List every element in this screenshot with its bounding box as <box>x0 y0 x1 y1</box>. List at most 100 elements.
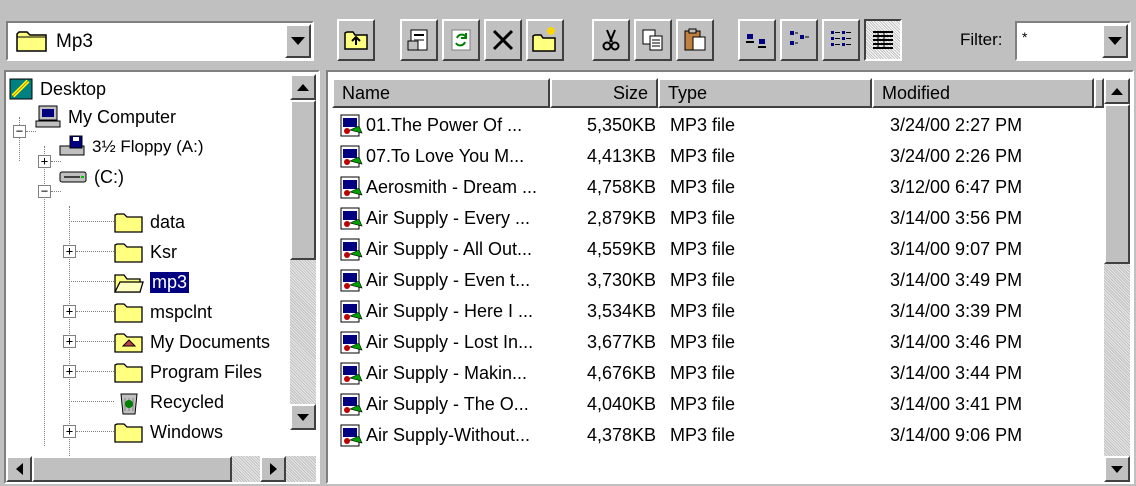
tree-item-mspclnt[interactable]: mspclnt <box>114 297 212 327</box>
tree-item-windows[interactable]: Windows <box>114 417 223 447</box>
view-small-icons-button[interactable] <box>780 19 818 61</box>
mp3-file-icon <box>338 392 364 423</box>
tree-scroll-thumb[interactable] <box>290 100 316 260</box>
tree-item-drive-c[interactable]: (C:) <box>58 162 124 192</box>
column-header-filler <box>1094 78 1104 108</box>
folder-icon <box>16 29 48 58</box>
table-row[interactable]: Air Supply - Here I ... 3,534KB MP3 file 3/… <box>332 296 1104 327</box>
file-type: MP3 file <box>670 177 736 197</box>
list-scroll-down-button[interactable] <box>1104 456 1130 482</box>
file-type: MP3 file <box>670 239 736 259</box>
file-name: 01.The Power Of ... <box>366 115 523 135</box>
mp3-file-icon <box>338 361 364 392</box>
floppy-drive-icon <box>59 135 85 156</box>
view-details-button[interactable] <box>864 19 902 61</box>
tree-item-recycled[interactable]: Recycled <box>114 387 224 417</box>
table-row[interactable]: Air Supply-Without... 4,378KB MP3 file 3/14… <box>332 420 1104 451</box>
tree-scroll-down-button[interactable] <box>290 404 316 430</box>
file-size: 2,879KB <box>586 208 656 228</box>
refresh-icon <box>451 29 471 51</box>
new-folder-button[interactable] <box>526 19 564 61</box>
filter-dropdown-button[interactable] <box>1102 24 1128 58</box>
file-type: MP3 file <box>670 394 736 414</box>
column-header-size[interactable]: Size <box>550 78 658 108</box>
tree-horizontal-scrollbar[interactable] <box>6 456 316 482</box>
copy-button[interactable] <box>634 19 672 61</box>
file-type: MP3 file <box>670 115 736 135</box>
tree-item-program-files[interactable]: Program Files <box>114 357 262 387</box>
file-modified: 3/24/00 2:27 PM <box>890 115 1023 135</box>
column-header-name[interactable]: Name <box>332 78 550 108</box>
tree-vertical-scrollbar[interactable] <box>290 74 316 430</box>
file-name: 07.To Love You M... <box>366 146 525 166</box>
folder-tree[interactable]: − + − + + + + + Desktop My Computer 3½ F… <box>4 70 320 484</box>
list-scroll-thumb[interactable] <box>1104 104 1130 264</box>
tree-item-data[interactable]: data <box>114 207 185 237</box>
copy-icon <box>642 29 663 51</box>
column-header-modified[interactable]: Modified <box>872 78 1094 108</box>
column-header-type[interactable]: Type <box>658 78 872 108</box>
collapse-toggle[interactable]: − <box>13 125 26 138</box>
file-modified: 3/14/00 3:41 PM <box>890 394 1023 414</box>
table-row[interactable]: Aerosmith - Dream ... 4,758KB MP3 file 3/12… <box>332 172 1104 203</box>
table-row[interactable]: Air Supply - Even t... 3,730KB MP3 file 3/1… <box>332 265 1104 296</box>
table-row[interactable]: 01.The Power Of ... 5,350KB MP3 file 3/24/0… <box>332 110 1104 141</box>
expand-toggle[interactable]: + <box>38 155 51 168</box>
mp3-file-icon <box>338 423 364 454</box>
file-size: 3,730KB <box>586 270 656 290</box>
table-row[interactable]: Air Supply - All Out... 4,559KB MP3 file 3/… <box>332 234 1104 265</box>
expand-toggle[interactable]: + <box>63 365 76 378</box>
tree-item-my-computer[interactable]: My Computer <box>34 102 176 132</box>
arrow-down-icon <box>297 413 309 421</box>
expand-toggle[interactable]: + <box>63 425 76 438</box>
tree-scroll-right-button[interactable] <box>260 456 286 482</box>
expand-toggle[interactable]: + <box>63 335 76 348</box>
file-list[interactable]: Name Size Type Modified 01.The Power Of … <box>326 70 1134 484</box>
tree-item-mp3[interactable]: mp3 <box>114 267 191 297</box>
file-type: MP3 file <box>670 332 736 352</box>
filter-label: Filter: <box>960 30 1003 49</box>
file-type: MP3 file <box>670 425 736 445</box>
table-row[interactable]: Air Supply - The O... 4,040KB MP3 file 3/14… <box>332 389 1104 420</box>
filter-combobox[interactable]: * <box>1015 21 1131 61</box>
tree-item-desktop[interactable]: Desktop <box>8 74 106 104</box>
view-large-icons-button[interactable] <box>738 19 776 61</box>
expand-toggle[interactable]: + <box>63 245 76 258</box>
list-view-icon <box>831 31 851 46</box>
table-row[interactable]: 07.To Love You M... 4,413KB MP3 file 3/24/0… <box>332 141 1104 172</box>
address-combobox[interactable]: Mp3 <box>6 21 314 61</box>
delete-button[interactable] <box>484 19 522 61</box>
tree-connector <box>69 221 114 222</box>
up-folder-button[interactable] <box>337 19 375 61</box>
file-name: Air Supply - Here I ... <box>366 301 534 321</box>
view-list-button[interactable] <box>822 19 860 61</box>
list-scroll-up-button[interactable] <box>1104 78 1130 104</box>
collapse-toggle[interactable]: − <box>38 185 51 198</box>
folder-icon <box>114 243 143 263</box>
folder-icon <box>114 423 143 443</box>
tree-item-floppy[interactable]: 3½ Floppy (A:) <box>58 132 204 162</box>
table-row[interactable]: Air Supply - Lost In... 3,677KB MP3 file 3/… <box>332 327 1104 358</box>
tree-connector <box>76 251 114 252</box>
tree-scroll-left-button[interactable] <box>6 456 32 482</box>
table-row[interactable]: Air Supply - Every ... 2,879KB MP3 file 3/1… <box>332 203 1104 234</box>
cut-button[interactable] <box>592 19 630 61</box>
file-type: MP3 file <box>670 301 736 321</box>
file-size: 4,676KB <box>586 363 656 383</box>
tree-connector <box>76 371 114 372</box>
list-vertical-scrollbar[interactable] <box>1104 78 1130 482</box>
properties-button[interactable] <box>400 19 438 61</box>
tree-scroll-up-button[interactable] <box>290 74 316 100</box>
paste-button[interactable] <box>676 19 714 61</box>
arrow-right-icon <box>269 463 277 475</box>
tree-hscroll-thumb[interactable] <box>32 456 232 482</box>
tree-connector <box>76 311 114 312</box>
expand-toggle[interactable]: + <box>63 305 76 318</box>
table-row[interactable]: Air Supply - Makin... 4,676KB MP3 file 3/14… <box>332 358 1104 389</box>
arrow-left-icon <box>15 463 23 475</box>
refresh-button[interactable] <box>442 19 480 61</box>
file-size: 4,378KB <box>586 425 656 445</box>
tree-item-my-documents[interactable]: My Documents <box>114 327 270 357</box>
address-dropdown-button[interactable] <box>285 24 311 58</box>
tree-item-ksr[interactable]: Ksr <box>114 237 177 267</box>
